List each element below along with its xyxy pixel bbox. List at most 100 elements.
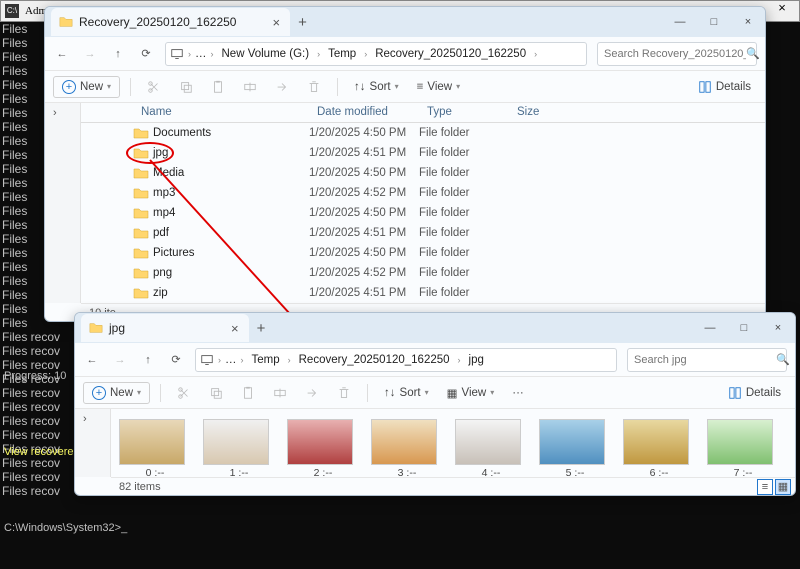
file-row-jpg[interactable]: jpg1/20/2025 4:51 PMFile folder <box>125 143 765 163</box>
crumb-volume[interactable]: New Volume (G:) <box>218 48 314 60</box>
thumbnail-item[interactable]: 7 :-- <box>707 419 779 477</box>
col-type[interactable]: Type <box>421 106 511 118</box>
pin-icon[interactable]: › <box>83 413 87 425</box>
back-button[interactable]: ← <box>53 45 71 63</box>
minimize-button[interactable]: — <box>663 8 697 36</box>
thumbnail-item[interactable]: 3 :-- <box>371 419 443 477</box>
new-button[interactable]: +New▾ <box>53 76 120 98</box>
tab-recovery[interactable]: Recovery_20250120_162250 × <box>51 8 290 36</box>
more-button[interactable]: ··· <box>506 383 530 403</box>
search-box[interactable]: 🔍 <box>627 348 787 372</box>
close-tab-icon[interactable]: × <box>231 321 239 336</box>
thumbnail-item[interactable]: 2 :-- <box>287 419 359 477</box>
details-icon <box>698 80 712 94</box>
column-headers[interactable]: Name Date modified Type Size <box>81 103 765 123</box>
new-button[interactable]: +New▾ <box>83 382 150 404</box>
view-button[interactable]: ≡View▾ <box>411 77 466 97</box>
crumb-recovery[interactable]: Recovery_20250120_162250 <box>295 354 454 366</box>
refresh-button[interactable]: ⟳ <box>167 351 185 369</box>
crumb-temp[interactable]: Temp <box>324 48 360 60</box>
file-row-mp4[interactable]: mp41/20/2025 4:50 PMFile folder <box>125 203 765 223</box>
sidebar[interactable]: › <box>75 409 111 477</box>
thumbnail-image <box>287 419 353 465</box>
explorer-window-jpg: jpg × + — □ × ← → ↑ ⟳ › … › Temp › Recov… <box>74 312 796 496</box>
close-tab-icon[interactable]: × <box>272 15 280 30</box>
back-button[interactable]: ← <box>83 351 101 369</box>
view-grid-icon[interactable]: ▦ <box>775 479 791 495</box>
maximize-button[interactable]: □ <box>697 8 731 36</box>
file-row-mp3[interactable]: mp31/20/2025 4:52 PMFile folder <box>125 183 765 203</box>
search-box[interactable]: 🔍 <box>597 42 757 66</box>
file-row-pictures[interactable]: Pictures1/20/2025 4:50 PMFile folder <box>125 243 765 263</box>
delete-button[interactable] <box>331 382 357 404</box>
terminal-close-button[interactable]: × <box>767 1 797 21</box>
terminal-path[interactable]: C:\Windows\System32>_ <box>4 521 133 535</box>
share-button[interactable] <box>269 76 295 98</box>
file-row-zip[interactable]: zip1/20/2025 4:51 PMFile folder <box>125 283 765 303</box>
chevron-icon: › <box>241 355 244 365</box>
search-input[interactable] <box>604 48 746 60</box>
sort-icon: ↑↓ <box>384 387 396 399</box>
file-row-media[interactable]: Media1/20/2025 4:50 PMFile folder <box>125 163 765 183</box>
copy-button[interactable] <box>173 76 199 98</box>
sort-button[interactable]: ↑↓Sort▾ <box>348 77 405 97</box>
ellipsis[interactable]: … <box>225 354 237 366</box>
thumbnail-item[interactable]: 1 :-- <box>203 419 275 477</box>
crumb-recovery[interactable]: Recovery_20250120_162250 <box>371 48 530 60</box>
file-row-pdf[interactable]: pdf1/20/2025 4:51 PMFile folder <box>125 223 765 243</box>
rename-button[interactable] <box>237 76 263 98</box>
file-type: File folder <box>419 227 509 239</box>
file-row-documents[interactable]: Documents1/20/2025 4:50 PMFile folder <box>125 123 765 143</box>
breadcrumb[interactable]: › … › New Volume (G:) › Temp › Recovery_… <box>165 42 587 66</box>
file-row-png[interactable]: png1/20/2025 4:52 PMFile folder <box>125 263 765 283</box>
file-name: Documents <box>153 127 309 139</box>
view-button[interactable]: ▦View▾ <box>441 382 501 404</box>
forward-button[interactable]: → <box>111 351 129 369</box>
nav-row: ← → ↑ ⟳ › … › New Volume (G:) › Temp › R… <box>45 37 765 71</box>
sidebar[interactable]: › <box>45 103 81 303</box>
breadcrumb[interactable]: › … › Temp › Recovery_20250120_162250 › … <box>195 348 617 372</box>
paste-button[interactable] <box>235 382 261 404</box>
pin-icon[interactable]: › <box>53 107 57 119</box>
sort-button[interactable]: ↑↓Sort▾ <box>378 383 435 403</box>
crumb-jpg[interactable]: jpg <box>465 354 488 366</box>
close-button[interactable]: × <box>761 314 795 342</box>
thumbnail-item[interactable]: 5 :-- <box>539 419 611 477</box>
col-date[interactable]: Date modified <box>311 106 421 118</box>
file-name: zip <box>153 287 309 299</box>
cut-button[interactable] <box>141 76 167 98</box>
paste-button[interactable] <box>205 76 231 98</box>
thumbnail-item[interactable]: 0 :-- <box>119 419 191 477</box>
new-label: New <box>110 387 133 399</box>
file-date: 1/20/2025 4:50 PM <box>309 207 419 219</box>
rename-button[interactable] <box>267 382 293 404</box>
refresh-button[interactable]: ⟳ <box>137 45 155 63</box>
new-tab-button[interactable]: + <box>257 320 266 337</box>
file-type: File folder <box>419 127 509 139</box>
ellipsis[interactable]: … <box>195 48 207 60</box>
share-button[interactable] <box>299 382 325 404</box>
up-button[interactable]: ↑ <box>139 351 157 369</box>
terminal-icon: C:\ <box>5 4 19 18</box>
details-button[interactable]: Details <box>692 76 757 98</box>
col-size[interactable]: Size <box>511 106 571 118</box>
view-icon: ▦ <box>447 386 458 400</box>
forward-button[interactable]: → <box>81 45 99 63</box>
crumb-temp[interactable]: Temp <box>248 354 284 366</box>
view-list-icon[interactable]: ≡ <box>757 479 773 495</box>
search-input[interactable] <box>634 354 776 366</box>
thumbnail-item[interactable]: 4 :-- <box>455 419 527 477</box>
up-button[interactable]: ↑ <box>109 45 127 63</box>
file-type: File folder <box>419 187 509 199</box>
details-button[interactable]: Details <box>722 382 787 404</box>
cut-button[interactable] <box>171 382 197 404</box>
tab-jpg[interactable]: jpg × <box>81 314 249 342</box>
delete-button[interactable] <box>301 76 327 98</box>
close-button[interactable]: × <box>731 8 765 36</box>
maximize-button[interactable]: □ <box>727 314 761 342</box>
col-name[interactable]: Name <box>131 106 311 118</box>
copy-button[interactable] <box>203 382 229 404</box>
minimize-button[interactable]: — <box>693 314 727 342</box>
thumbnail-item[interactable]: 6 :-- <box>623 419 695 477</box>
new-tab-button[interactable]: + <box>298 14 307 31</box>
